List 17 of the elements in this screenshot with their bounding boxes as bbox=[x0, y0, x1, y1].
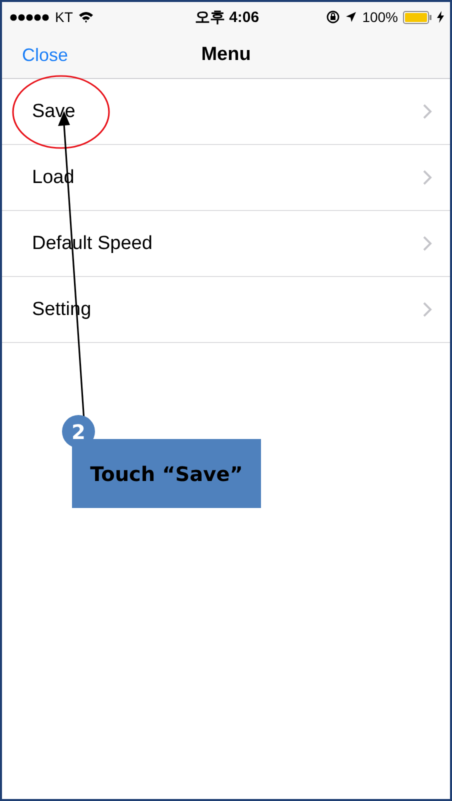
chevron-icon bbox=[423, 104, 432, 119]
nav-title: Menu bbox=[201, 44, 251, 66]
location-icon bbox=[345, 11, 358, 23]
chevron-icon bbox=[423, 302, 432, 317]
rotation-lock-icon bbox=[326, 10, 340, 24]
close-button[interactable]: Close bbox=[22, 44, 68, 66]
battery-percent: 100% bbox=[362, 9, 398, 25]
battery-icon bbox=[403, 10, 432, 24]
signal-icon bbox=[10, 14, 50, 20]
chevron-icon bbox=[423, 170, 432, 185]
chevron-icon bbox=[423, 236, 432, 251]
wifi-icon bbox=[78, 11, 94, 23]
step-badge: 2 bbox=[62, 415, 95, 448]
instruction-callout: Touch “Save” bbox=[72, 439, 261, 508]
carrier-name: KT bbox=[55, 9, 73, 25]
charging-icon bbox=[437, 11, 444, 23]
status-time: 오후 4:06 bbox=[194, 8, 260, 26]
